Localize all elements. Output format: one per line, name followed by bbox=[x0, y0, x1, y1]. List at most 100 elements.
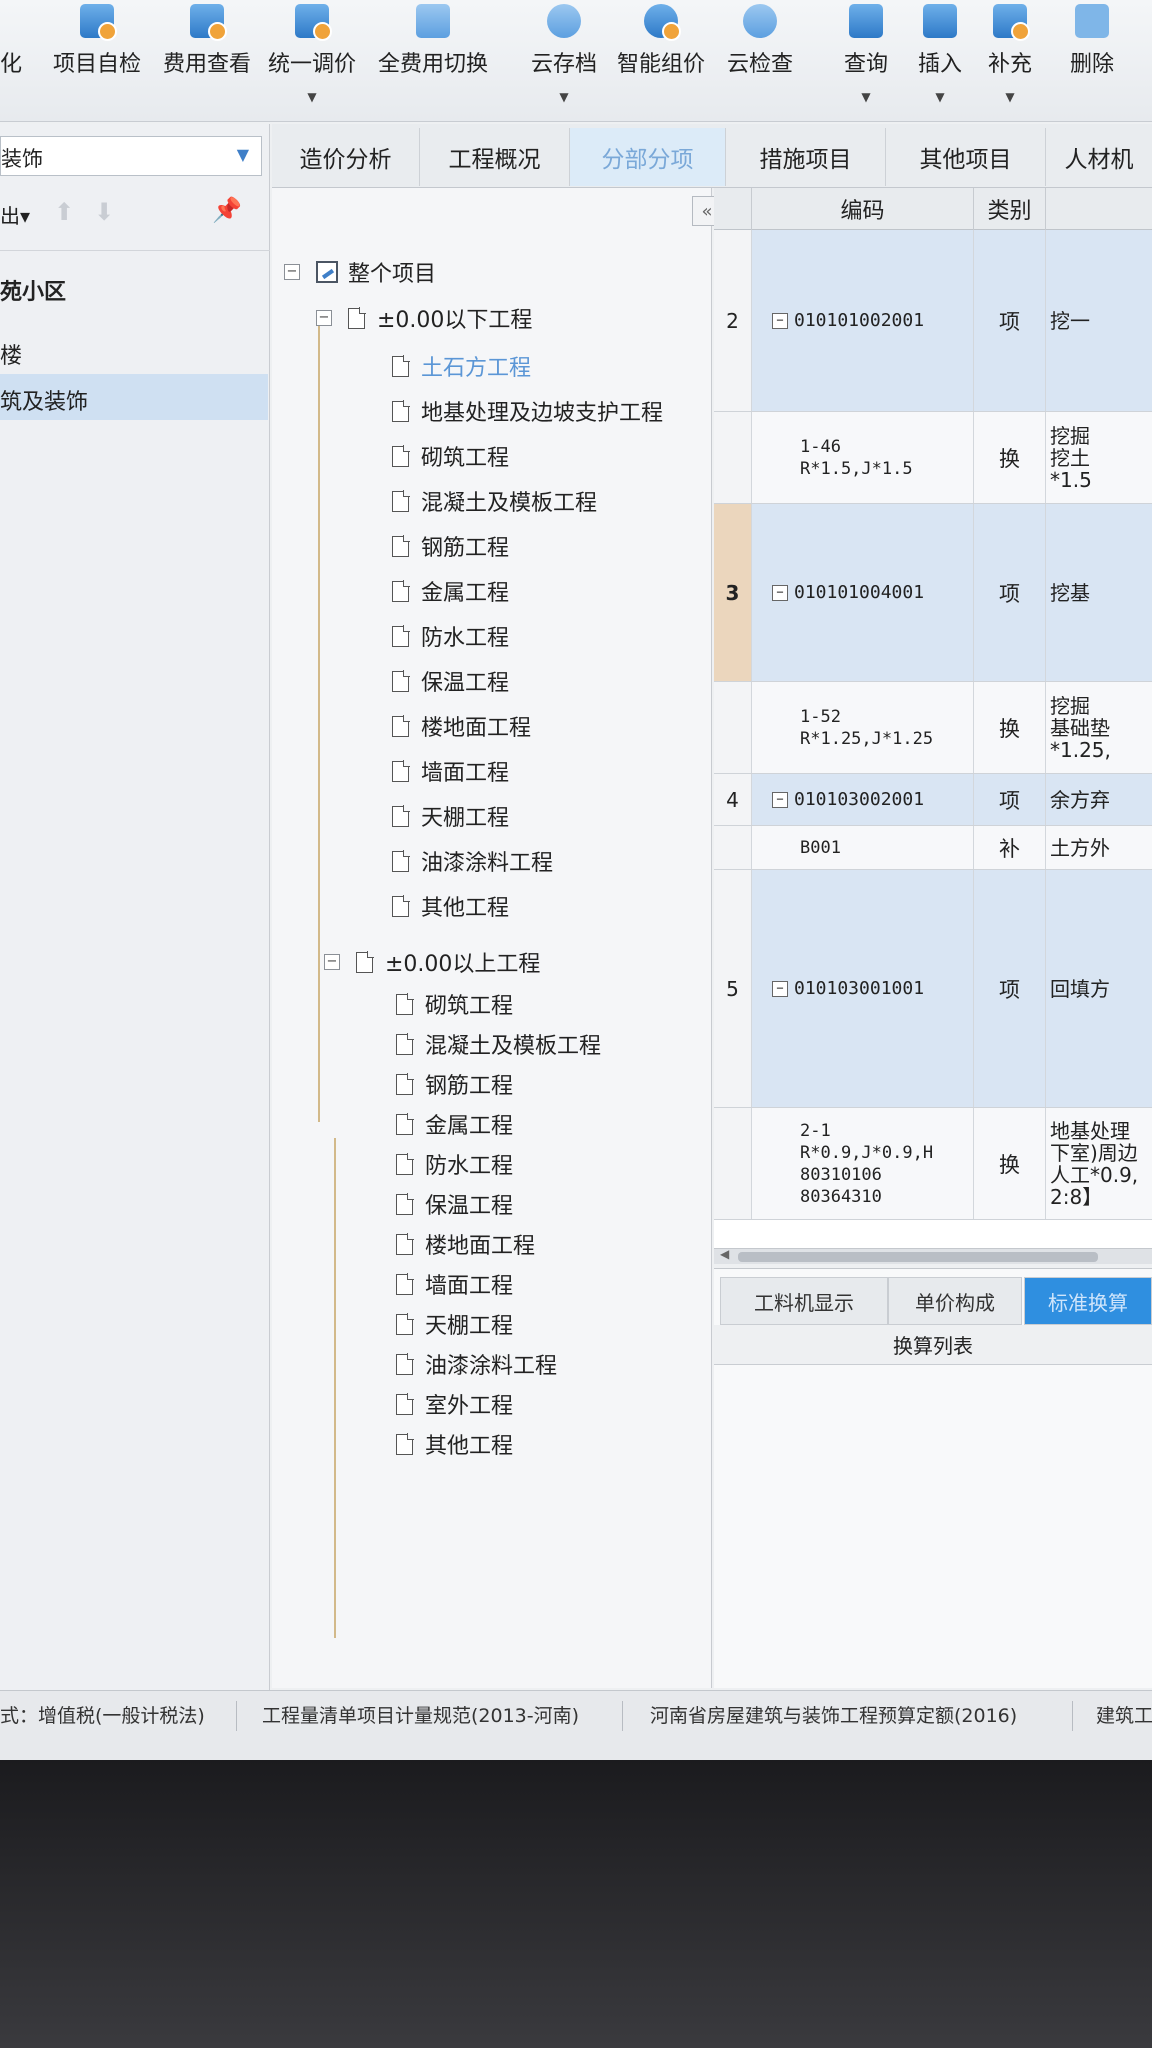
row-number[interactable]: 2 bbox=[714, 230, 752, 411]
collapse-toggle-icon[interactable]: − bbox=[284, 264, 300, 280]
code-cell[interactable]: −010103002001 bbox=[752, 774, 974, 825]
row-number[interactable] bbox=[714, 412, 752, 503]
tab-labor-material-machine[interactable]: 人材机 bbox=[1046, 128, 1152, 186]
pin-icon[interactable]: 📌 bbox=[212, 196, 242, 224]
bill-item-row[interactable]: 2−010101002001 项挖一 bbox=[714, 230, 1152, 412]
collapse-toggle-icon[interactable]: − bbox=[324, 954, 340, 970]
tree-item[interactable]: 混凝土及模板工程 bbox=[392, 485, 597, 517]
type-cell[interactable]: 项 bbox=[974, 504, 1046, 681]
tree-item[interactable]: 保温工程 bbox=[396, 1188, 513, 1220]
code-cell[interactable]: −010101004001 bbox=[752, 504, 974, 681]
tree-item[interactable]: 地基处理及边坡支护工程 bbox=[392, 395, 663, 427]
quota-sub-row[interactable]: 1-46 R*1.5,J*1.5 换挖掘 挖土 *1.5 bbox=[714, 412, 1152, 504]
cloud-save-button[interactable]: 云存档 ▼ bbox=[520, 0, 608, 120]
building-node[interactable]: 楼 bbox=[0, 328, 268, 374]
row-number[interactable]: 4 bbox=[714, 774, 752, 825]
move-down-icon[interactable]: ⬇ bbox=[94, 198, 114, 226]
tree-item[interactable]: 金属工程 bbox=[392, 575, 509, 607]
tab-divisional-items[interactable]: 分部分项 bbox=[570, 128, 726, 186]
tree-item[interactable]: 混凝土及模板工程 bbox=[396, 1028, 601, 1060]
type-cell[interactable]: 项 bbox=[974, 230, 1046, 411]
code-cell[interactable]: 2-1 R*0.9,J*0.9,H 80310106 80364310 bbox=[752, 1108, 974, 1219]
tree-item[interactable]: 天棚工程 bbox=[392, 800, 509, 832]
tab-standard-conversion[interactable]: 标准换算 bbox=[1024, 1277, 1152, 1325]
tree-item[interactable]: 砌筑工程 bbox=[396, 988, 513, 1020]
tree-item[interactable]: 油漆涂料工程 bbox=[392, 845, 553, 877]
tree-group-below-zero[interactable]: − ±0.00以下工程 bbox=[316, 302, 532, 334]
move-up-icon[interactable]: ⬆ bbox=[54, 198, 74, 226]
header-name[interactable] bbox=[1046, 188, 1152, 230]
export-button[interactable]: 出▾ bbox=[0, 200, 30, 229]
type-cell[interactable]: 换 bbox=[974, 1108, 1046, 1219]
row-number[interactable] bbox=[714, 1108, 752, 1219]
tree-item[interactable]: 楼地面工程 bbox=[392, 710, 531, 742]
tree-item[interactable]: 天棚工程 bbox=[396, 1308, 513, 1340]
code-cell[interactable]: 1-52 R*1.25,J*1.25 bbox=[752, 682, 974, 773]
tree-item[interactable]: 室外工程 bbox=[396, 1388, 513, 1420]
tree-item[interactable]: 防水工程 bbox=[392, 620, 509, 652]
scrollbar-thumb[interactable] bbox=[738, 1252, 1098, 1262]
type-cell[interactable]: 项 bbox=[974, 774, 1046, 825]
cost-view-button[interactable]: 费用查看 bbox=[152, 0, 262, 120]
name-cell[interactable]: 挖掘 基础垫 *1.25, bbox=[1046, 682, 1152, 773]
horizontal-scrollbar[interactable]: ◀ bbox=[714, 1247, 1152, 1264]
tree-group-above-zero[interactable]: − ±0.00以上工程 bbox=[324, 946, 540, 978]
header-type[interactable]: 类别 bbox=[974, 188, 1046, 230]
name-cell[interactable]: 余方弃 bbox=[1046, 774, 1152, 825]
tab-labor-material-display[interactable]: 工料机显示 bbox=[720, 1277, 888, 1325]
tab-unit-price-composition[interactable]: 单价构成 bbox=[888, 1277, 1022, 1325]
tree-item[interactable]: 油漆涂料工程 bbox=[396, 1348, 557, 1380]
quota-sub-row[interactable]: B001 补土方外 bbox=[714, 826, 1152, 870]
row-number[interactable]: 3 bbox=[714, 504, 752, 681]
name-cell[interactable]: 土方外 bbox=[1046, 826, 1152, 869]
tree-item[interactable]: 钢筋工程 bbox=[392, 530, 509, 562]
tree-item[interactable]: 钢筋工程 bbox=[396, 1068, 513, 1100]
tree-item[interactable]: 墙面工程 bbox=[396, 1268, 513, 1300]
header-code[interactable]: 编码 bbox=[752, 188, 974, 230]
smart-pricing-button[interactable]: 智能组价 bbox=[608, 0, 714, 120]
scroll-left-icon[interactable]: ◀ bbox=[720, 1247, 729, 1261]
delete-button[interactable]: 删除 bbox=[1052, 0, 1132, 120]
collapse-toggle-icon[interactable]: − bbox=[772, 312, 788, 329]
name-cell[interactable]: 挖基 bbox=[1046, 504, 1152, 681]
code-cell[interactable]: 1-46 R*1.5,J*1.5 bbox=[752, 412, 974, 503]
code-cell[interactable]: −010101002001 bbox=[752, 230, 974, 411]
collapse-toggle-icon[interactable]: − bbox=[772, 980, 788, 997]
query-button[interactable]: 查询 ▼ bbox=[826, 0, 906, 120]
collapse-toggle-icon[interactable]: − bbox=[772, 791, 788, 808]
bill-item-row[interactable]: 5−010103001001 项回填方 bbox=[714, 870, 1152, 1108]
insert-button[interactable]: 插入 ▼ bbox=[900, 0, 980, 120]
row-number[interactable] bbox=[714, 826, 752, 869]
tree-item[interactable]: 保温工程 bbox=[392, 665, 509, 697]
type-cell[interactable]: 换 bbox=[974, 412, 1046, 503]
name-cell[interactable]: 挖一 bbox=[1046, 230, 1152, 411]
quota-sub-row[interactable]: 2-1 R*0.9,J*0.9,H 80310106 80364310 换地基处理 下室)… bbox=[714, 1108, 1152, 1220]
tree-item[interactable]: 砌筑工程 bbox=[392, 440, 509, 472]
tab-other-items[interactable]: 其他项目 bbox=[886, 128, 1046, 186]
tab-cost-analysis[interactable]: 造价分析 bbox=[272, 128, 420, 186]
toolbar-partial-item[interactable]: 化 bbox=[0, 0, 22, 120]
supplement-button[interactable]: 补充 ▼ bbox=[970, 0, 1050, 120]
tree-item[interactable]: 防水工程 bbox=[396, 1148, 513, 1180]
project-select[interactable]: 装饰 ▼ bbox=[0, 136, 262, 176]
code-cell[interactable]: B001 bbox=[752, 826, 974, 869]
tree-item[interactable]: 楼地面工程 bbox=[396, 1228, 535, 1260]
price-adjust-button[interactable]: 统一调价 ▼ bbox=[262, 0, 362, 120]
type-cell[interactable]: 项 bbox=[974, 870, 1046, 1107]
bill-item-row[interactable]: 3−010101004001 项挖基 bbox=[714, 504, 1152, 682]
row-number[interactable] bbox=[714, 682, 752, 773]
collapse-toggle-icon[interactable]: − bbox=[316, 310, 332, 326]
name-cell[interactable]: 挖掘 挖土 *1.5 bbox=[1046, 412, 1152, 503]
tree-item[interactable]: 土石方工程 bbox=[392, 350, 531, 382]
type-cell[interactable]: 换 bbox=[974, 682, 1046, 773]
project-self-check-button[interactable]: 项目自检 bbox=[42, 0, 152, 120]
tree-item[interactable]: 其他工程 bbox=[392, 890, 509, 922]
tree-item[interactable]: 墙面工程 bbox=[392, 755, 509, 787]
name-cell[interactable]: 回填方 bbox=[1046, 870, 1152, 1107]
collapse-toggle-icon[interactable]: − bbox=[772, 584, 788, 601]
project-node[interactable]: 苑小区 bbox=[0, 264, 268, 310]
cloud-check-button[interactable]: 云检查 bbox=[720, 0, 800, 120]
unit-project-node[interactable]: 筑及装饰 bbox=[0, 374, 268, 420]
full-cost-switch-button[interactable]: 全费用切换 bbox=[368, 0, 498, 120]
tree-root[interactable]: − 整个项目 bbox=[284, 256, 436, 288]
